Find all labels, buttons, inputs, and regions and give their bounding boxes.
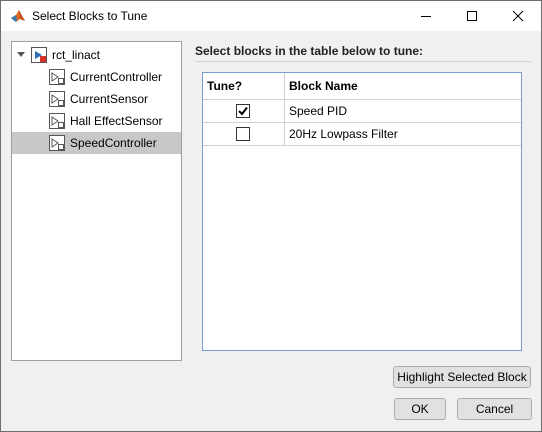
table-instructions: Select blocks in the table below to tune… xyxy=(195,44,424,58)
blocks-table: Tune? Block Name Speed PID 20Hz Lowpass … xyxy=(202,72,522,351)
table-row[interactable]: 20Hz Lowpass Filter xyxy=(203,123,521,145)
tree-item-halleffectsensor[interactable]: Hall EffectSensor xyxy=(12,110,181,132)
matlab-icon xyxy=(11,10,25,22)
tune-checkbox[interactable] xyxy=(236,104,250,118)
table-row[interactable]: Speed PID xyxy=(203,100,521,122)
cancel-button[interactable]: Cancel xyxy=(457,398,532,420)
tree-item-root[interactable]: rct_linact xyxy=(12,44,181,66)
checkmark-icon xyxy=(238,106,248,116)
subsystem-block-icon xyxy=(49,69,65,85)
tree-item-label: CurrentController xyxy=(70,70,163,84)
window-title: Select Blocks to Tune xyxy=(32,9,148,23)
model-icon xyxy=(31,47,47,63)
block-tree[interactable]: rct_linact CurrentController CurrentSens… xyxy=(11,41,182,361)
highlight-selected-block-button[interactable]: Highlight Selected Block xyxy=(393,366,531,388)
maximize-icon xyxy=(467,11,477,21)
close-button[interactable] xyxy=(495,1,541,31)
tree-item-label: CurrentSensor xyxy=(70,92,149,106)
heading-divider xyxy=(195,61,531,62)
subsystem-block-icon xyxy=(49,135,65,151)
row-divider xyxy=(203,145,521,146)
column-header-tune[interactable]: Tune? xyxy=(203,73,285,99)
select-blocks-dialog: Select Blocks to Tune rct_linact Current… xyxy=(0,0,542,432)
minimize-button[interactable] xyxy=(403,1,449,31)
maximize-button[interactable] xyxy=(449,1,495,31)
close-icon xyxy=(512,10,524,22)
tree-item-label: SpeedController xyxy=(70,136,157,150)
expand-triangle-icon[interactable] xyxy=(17,52,25,58)
title-bar: Select Blocks to Tune xyxy=(1,1,541,31)
subsystem-block-icon xyxy=(49,113,65,129)
block-name-cell: Speed PID xyxy=(289,104,348,118)
tree-item-label: rct_linact xyxy=(52,48,101,62)
tree-item-speedcontroller[interactable]: SpeedController xyxy=(12,132,181,154)
column-header-block-name[interactable]: Block Name xyxy=(285,73,521,99)
tree-item-label: Hall EffectSensor xyxy=(70,114,163,128)
subsystem-block-icon xyxy=(49,91,65,107)
block-name-cell: 20Hz Lowpass Filter xyxy=(289,127,398,141)
tree-item-currentcontroller[interactable]: CurrentController xyxy=(12,66,181,88)
tune-checkbox[interactable] xyxy=(236,127,250,141)
minimize-icon xyxy=(421,16,431,17)
ok-button[interactable]: OK xyxy=(394,398,446,420)
tree-item-currentsensor[interactable]: CurrentSensor xyxy=(12,88,181,110)
